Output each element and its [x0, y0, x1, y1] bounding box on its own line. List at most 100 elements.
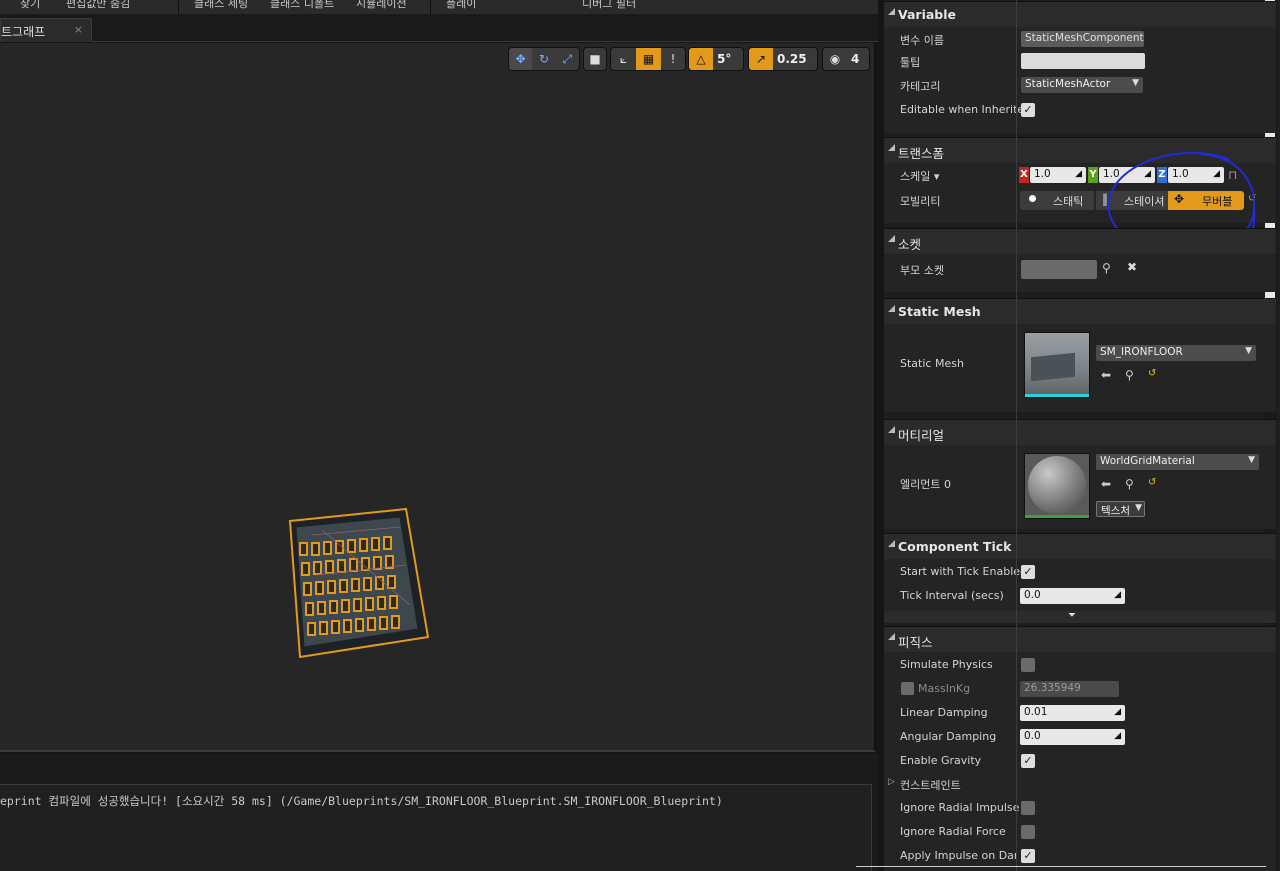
parent-socket-field[interactable] [1021, 260, 1097, 279]
mesh-thumbnail-shape [1031, 352, 1075, 382]
tooltip-field[interactable] [1021, 53, 1145, 69]
transform-tools: ✥ ↻ ⤢ [508, 47, 580, 71]
collapse-triangle-icon [888, 633, 895, 640]
simulate-physics-label: Simulate Physics [900, 658, 993, 671]
clear-icon[interactable]: ✖ [1127, 260, 1137, 274]
scale-snap-icon[interactable]: ↗ [749, 48, 773, 70]
log-output[interactable]: eprint 컴파일에 성공했습니다! [소요시간 58 ms] (/Game/… [0, 784, 872, 871]
rotation-snap-group: △ 5° [688, 47, 744, 71]
section-materials[interactable]: 머티리얼 [884, 419, 1276, 445]
advanced-expander[interactable]: ⏷ [884, 610, 1276, 623]
scale-label[interactable]: 스케일 ▾ [900, 168, 939, 184]
apply-impulse-label: Apply Impulse on Dama [900, 849, 1016, 862]
ignore-radial-impulse-label: Ignore Radial Impulse [900, 801, 1020, 814]
rotation-snap-icon[interactable]: △ [689, 48, 713, 70]
angular-damping-field[interactable]: 0.0 ◢ [1020, 729, 1125, 745]
material-dropdown[interactable]: WorldGridMaterial ▼ [1096, 454, 1259, 470]
tab-graph[interactable]: 트그래프 × [0, 18, 92, 42]
camera-speed-group: ◉ 4 [822, 47, 870, 71]
expand-triangle-icon[interactable]: ▷ [888, 777, 895, 787]
section-component-tick[interactable]: Component Tick [884, 533, 1276, 559]
details-column-divider[interactable] [1016, 0, 1017, 871]
grid-info-icon[interactable]: ! [661, 48, 685, 70]
use-selected-arrow-icon[interactable]: ⬅ [1101, 368, 1111, 382]
section-title: Variable [898, 7, 957, 22]
menu-find[interactable]: 찾기 [20, 0, 40, 11]
menu-hide-unrelated[interactable]: 편집값만 숨김 [66, 0, 130, 11]
use-selected-arrow-icon[interactable]: ⬅ [1101, 477, 1111, 491]
mass-override-checkbox[interactable] [901, 682, 914, 695]
translate-icon[interactable]: ✥ [509, 48, 533, 70]
chevron-down-icon: ▼ [1135, 503, 1142, 513]
menu-simulation[interactable]: 시뮬레이션 [356, 0, 407, 11]
variable-name-label: 변수 이름 [900, 34, 944, 47]
chevron-down-icon: ▼ [1245, 346, 1252, 356]
menu-bar: 찾기 편집값만 숨김 클래스 세팅 클래스 디폴트 시뮬레이션 플레이 디버그 … [0, 0, 878, 14]
collapse-triangle-icon [888, 540, 895, 547]
section-title: 피직스 [898, 635, 933, 650]
material-thumbnail[interactable] [1024, 453, 1090, 519]
reset-to-default-icon[interactable]: ↺ [1148, 368, 1156, 379]
constraints-label[interactable]: 컨스트레인트 [900, 777, 961, 793]
variable-name-field[interactable]: StaticMeshComponent [1021, 31, 1144, 47]
section-physics[interactable]: 피직스 [884, 626, 1276, 652]
material-value: WorldGridMaterial [1100, 455, 1195, 467]
ignore-radial-impulse-checkbox[interactable] [1021, 801, 1035, 815]
ignore-radial-force-checkbox[interactable] [1021, 825, 1035, 839]
texture-dropdown[interactable]: 텍스처 ▼ [1096, 501, 1145, 517]
tick-interval-field[interactable]: 0.0 ◢ [1020, 588, 1125, 604]
section-socket[interactable]: 소켓 [884, 228, 1276, 254]
section-variable[interactable]: Variable [884, 1, 1276, 27]
collapse-triangle-icon [888, 144, 895, 151]
reset-to-default-icon[interactable]: ↺ [1148, 477, 1156, 488]
linear-damping-field[interactable]: 0.01 ◢ [1020, 705, 1125, 721]
start-with-tick-checkbox[interactable]: ✓ [1021, 565, 1035, 579]
static-mesh-thumbnail[interactable] [1024, 332, 1090, 398]
enable-gravity-checkbox[interactable]: ✓ [1021, 754, 1035, 768]
enable-gravity-label: Enable Gravity [900, 754, 982, 767]
editable-when-inherited-checkbox[interactable]: ✓ [1021, 103, 1035, 117]
viewport[interactable]: ✥ ↻ ⤢ ■ ⟀ ▦ ! △ 5° ↗ 0.25 ◉ 4 [0, 43, 876, 752]
section-title: Static Mesh [898, 304, 981, 319]
asset-type-bar [1025, 394, 1089, 397]
world-local-toggle[interactable]: ■ [583, 47, 607, 71]
material-sphere [1028, 456, 1086, 514]
scale-snap-value[interactable]: 0.25 [773, 52, 811, 66]
close-icon[interactable]: × [74, 23, 83, 36]
scale-icon[interactable]: ⤢ [556, 48, 579, 70]
ignore-radial-force-label: Ignore Radial Force [900, 825, 1006, 838]
static-mesh-dropdown[interactable]: SM_IRONFLOOR ▼ [1096, 345, 1256, 361]
angular-damping-value: 0.0 [1024, 730, 1041, 742]
texture-label: 텍스처 [1101, 505, 1130, 517]
mass-label: MassInKg [918, 682, 971, 695]
mobility-static-button[interactable]: 스태틱 [1020, 191, 1094, 210]
search-icon[interactable]: ⚲ [1102, 261, 1111, 275]
camera-speed-icon[interactable]: ◉ [823, 48, 847, 70]
section-static-mesh[interactable]: Static Mesh [884, 298, 1276, 324]
element-0-label: 엘리먼트 0 [900, 478, 951, 491]
start-with-tick-label: Start with Tick Enabled [900, 565, 1028, 578]
bottom-edge-line [856, 866, 1266, 867]
browse-search-icon[interactable]: ⚲ [1125, 477, 1134, 491]
menu-play[interactable]: 플레이 [446, 0, 476, 11]
iron-floor-mesh[interactable] [282, 505, 442, 665]
menu-class-defaults[interactable]: 클래스 디폴트 [270, 0, 334, 11]
editable-when-inherited-label: Editable when Inherited [900, 103, 1032, 116]
camera-speed-value[interactable]: 4 [847, 52, 863, 66]
tick-interval-label: Tick Interval (secs) [900, 589, 1004, 602]
static-mesh-value: SM_IRONFLOOR [1100, 346, 1183, 358]
rotation-snap-value[interactable]: 5° [713, 52, 735, 66]
category-label: 카테고리 [900, 80, 941, 93]
surface-snap-icon[interactable]: ⟀ [611, 48, 636, 70]
menu-class-settings[interactable]: 클래스 세팅 [194, 0, 248, 11]
angular-damping-label: Angular Damping [900, 730, 997, 743]
apply-impulse-checkbox[interactable]: ✓ [1021, 849, 1035, 863]
category-dropdown[interactable]: StaticMeshActor ▼ [1021, 77, 1143, 93]
grid-snap-icon[interactable]: ▦ [636, 48, 661, 70]
tick-interval-value: 0.0 [1024, 589, 1041, 601]
browse-search-icon[interactable]: ⚲ [1125, 368, 1134, 382]
rotate-icon[interactable]: ↻ [532, 48, 555, 70]
menu-debug-filter[interactable]: 디버그 필터 [582, 0, 636, 11]
simulate-physics-checkbox[interactable] [1021, 658, 1035, 672]
scale-x-field[interactable]: 1.0 ◢ [1030, 167, 1086, 183]
